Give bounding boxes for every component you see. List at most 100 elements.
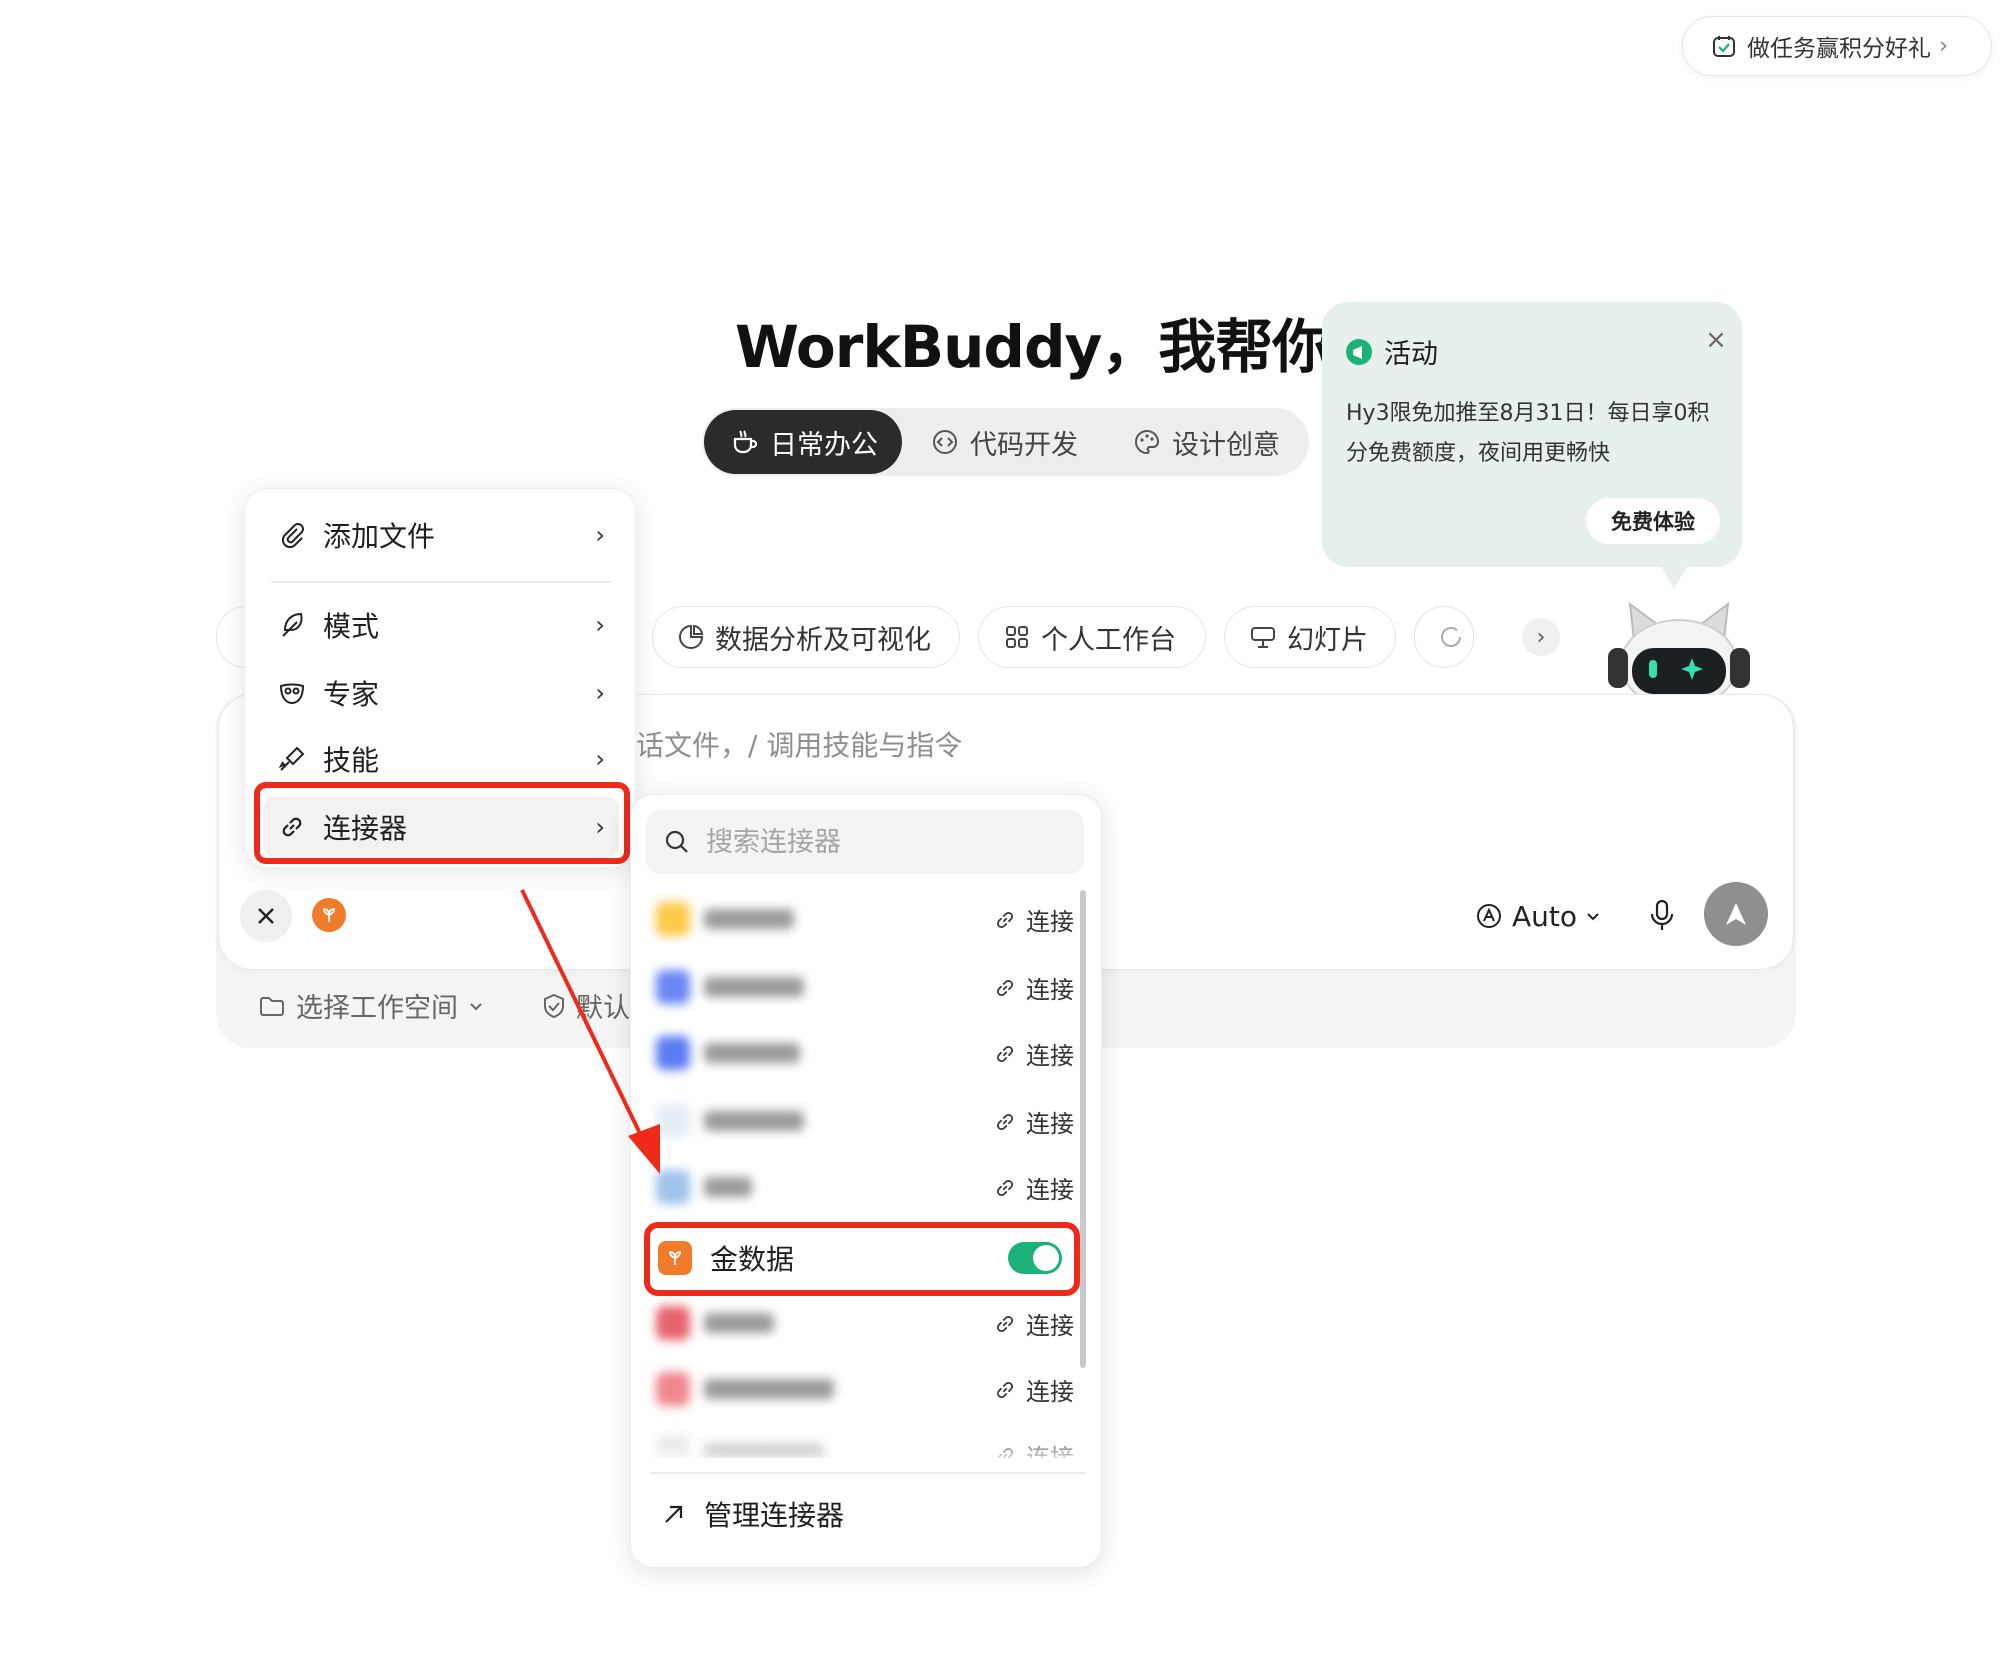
menu-item-expert[interactable]: 专家 › [263,663,619,723]
megaphone-icon [1344,337,1374,367]
connect-label: 连接 [1026,1176,1074,1204]
connect-label: 连接 [1026,976,1074,1004]
close-icon[interactable]: × [1698,322,1734,358]
connector-row[interactable]: 连接 [650,956,1074,1018]
connect-button[interactable]: 连接 [992,1372,1074,1407]
connector-row[interactable]: 连接 [650,1358,1074,1420]
connector-row[interactable]: 连接 [650,1090,1074,1152]
pie-chart-icon [677,623,705,651]
chip-label: 个人工作台 [1041,624,1176,656]
skill-chip-data-analysis[interactable]: 数据分析及可视化 [652,606,960,668]
activity-card-tail [1660,565,1688,589]
menu-item-label: 模式 [323,610,380,643]
menu-item-mode[interactable]: 模式 › [263,595,619,655]
connector-row[interactable]: 连接 [650,888,1074,950]
presentation-icon [1249,623,1277,651]
tab-daily-office[interactable]: 日常办公 [704,410,902,474]
connector-row[interactable]: 连接 [650,1156,1074,1218]
palette-icon [1132,427,1162,457]
free-trial-button[interactable]: 免费体验 [1586,498,1720,544]
send-button[interactable] [1704,882,1768,946]
chip-label: 幻灯片 [1287,624,1368,656]
manage-connectors-link[interactable]: 管理连接器 [660,1494,844,1534]
coffee-cup-icon [730,427,760,457]
skill-chip-workbench[interactable]: 个人工作台 [978,606,1206,668]
model-select[interactable]: Auto [1474,894,1601,938]
task-reward-label: 做任务赢积分好礼 [1747,36,1931,62]
page-title: WorkBuddy，我帮你 [735,313,1330,381]
connect-label: 连接 [1026,1378,1074,1406]
arrow-up-right-icon [660,1500,688,1528]
calendar-check-icon [1711,33,1737,59]
connect-button[interactable]: 连接 [992,1306,1074,1341]
skill-icon [277,744,307,774]
link-icon [992,1175,1018,1201]
send-arrow-icon [1726,903,1746,925]
skill-chip-slides[interactable]: 幻灯片 [1224,606,1396,668]
chip-label: 数据分析及可视化 [715,624,931,656]
activity-body: Hy3限免加推至8月31日！每日享0积分免费额度，夜间用更畅快 [1346,401,1710,466]
mask-icon [277,678,307,708]
code-icon [930,427,960,457]
link-icon [992,1109,1018,1135]
link-icon [992,907,1018,933]
blurred-connector [656,1306,774,1340]
mode-tabs: 日常办公 代码开发 设计创意 [702,408,1309,476]
list-fade [640,1430,1080,1464]
activity-header: 活动 [1344,332,1438,371]
connect-button[interactable]: 连接 [992,1104,1074,1139]
folder-icon [258,992,286,1020]
task-reward-button[interactable]: 做任务赢积分好礼 › [1682,16,1992,76]
workspace-label: 选择工作空间 [296,993,458,1024]
connect-button[interactable]: 连接 [992,970,1074,1005]
chevron-right-icon: › [595,521,605,549]
grid-icon [1003,623,1031,651]
connector-row[interactable]: 连接 [650,1022,1074,1084]
menu-item-label: 专家 [323,678,380,711]
connect-button[interactable]: 连接 [992,902,1074,937]
chat-input-placeholder[interactable]: 话文件，/ 调用技能与指令 [636,724,962,764]
link-icon [992,1311,1018,1337]
menu-item-skill[interactable]: 技能 › [263,729,619,789]
refresh-icon [1437,623,1465,651]
tab-code-dev[interactable]: 代码开发 [930,408,1078,476]
close-icon[interactable] [240,890,292,942]
menu-item-label: 添加文件 [323,520,436,553]
highlight-box-active-connector [644,1222,1080,1296]
menu-divider [271,581,611,583]
connect-button[interactable]: 连接 [992,1036,1074,1071]
manage-connectors-label: 管理连接器 [704,1499,845,1532]
connect-label: 连接 [1026,1312,1074,1340]
connector-search[interactable] [646,810,1084,874]
search-icon [662,827,692,857]
chevron-right-icon: › [595,611,605,639]
tab-design-creative[interactable]: 设计创意 [1132,408,1280,476]
link-icon [992,1041,1018,1067]
connect-label: 连接 [1026,1042,1074,1070]
model-label: Auto [1512,899,1578,933]
menu-item-add-file[interactable]: 添加文件 › [263,505,619,565]
link-icon [992,1377,1018,1403]
link-icon [992,975,1018,1001]
tab-label: 代码开发 [970,429,1078,461]
skill-chip-partial[interactable] [1414,606,1474,668]
workspace-select[interactable]: 选择工作空间 [258,986,484,1025]
panel-divider [650,1472,1086,1474]
microphone-icon[interactable] [1640,894,1684,938]
connector-badge-icon[interactable] [312,898,346,932]
annotation-arrow [520,889,660,1174]
connect-label: 连接 [1026,1110,1074,1138]
blurred-connector [656,1372,834,1406]
chevron-right-icon[interactable]: › [1522,618,1560,656]
connect-button[interactable]: 连接 [992,1170,1074,1205]
connector-row[interactable]: 连接 [650,1292,1074,1354]
connector-search-input[interactable] [706,826,1046,858]
chevron-right-icon: › [1939,33,1949,59]
activity-card: 活动 × Hy3限免加推至8月31日！每日享0积分免费额度，夜间用更畅快 免费体… [1322,302,1742,589]
chevron-right-icon: › [595,679,605,707]
scrollbar[interactable] [1080,890,1086,1368]
chevron-down-icon [468,998,484,1014]
robot-mascot [1602,600,1756,709]
chevron-down-icon [1585,908,1601,924]
highlight-box-connector [254,782,630,864]
